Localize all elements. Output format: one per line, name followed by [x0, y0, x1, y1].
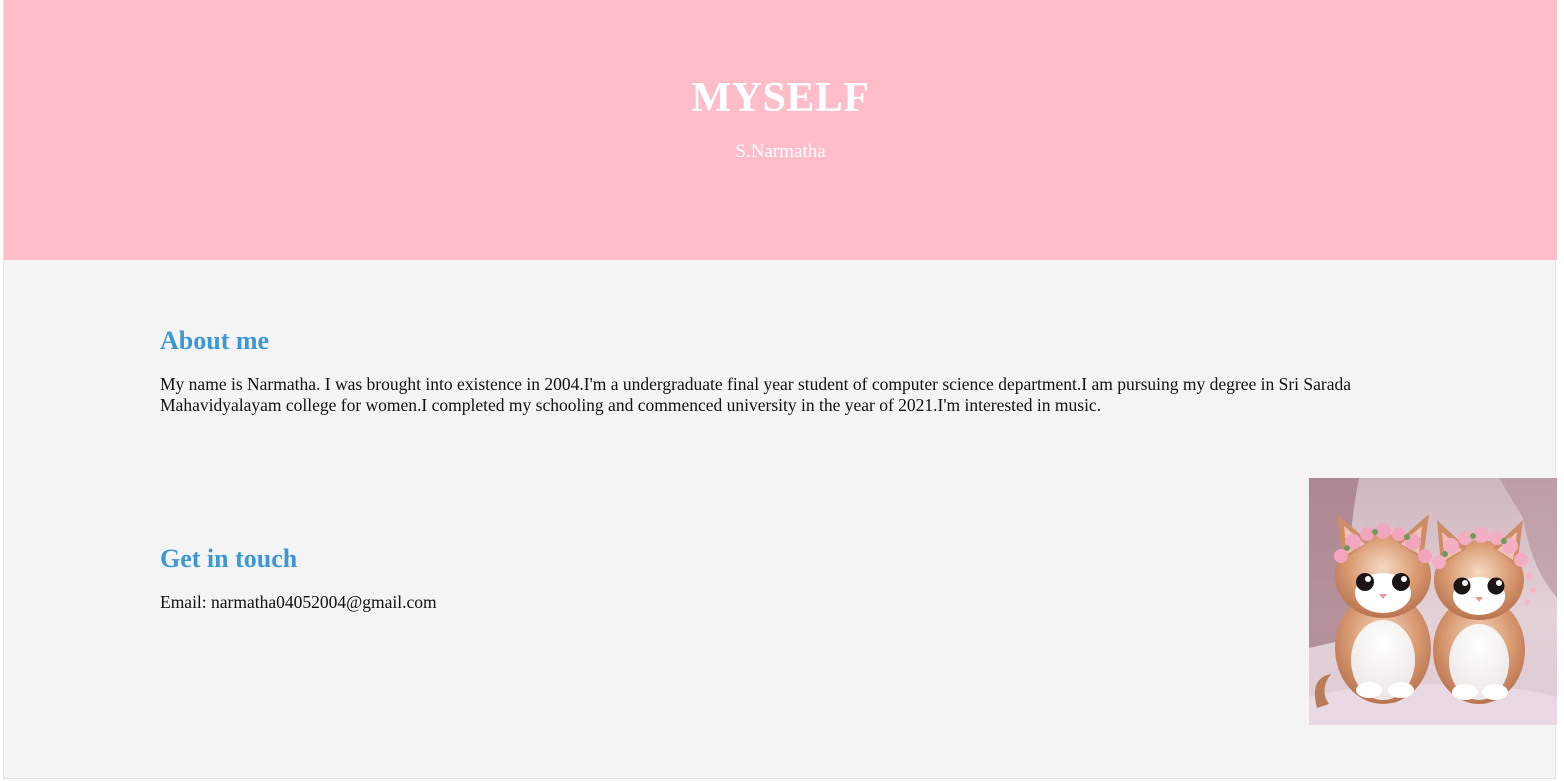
hero-header: MYSELF S.Narmatha: [4, 0, 1557, 260]
page-subtitle: S.Narmatha: [735, 141, 826, 162]
about-heading: About me: [160, 326, 270, 355]
contact-email: Email: narmatha04052004@gmail.com: [160, 592, 437, 612]
page-title: MYSELF: [691, 75, 870, 121]
contact-heading: Get in touch: [160, 544, 298, 573]
kittens-photo: [1309, 478, 1557, 725]
about-paragraph: My name is Narmatha. I was brought into …: [160, 374, 1351, 415]
page-container: MYSELF S.Narmatha About me My name is Na…: [3, 0, 1557, 779]
